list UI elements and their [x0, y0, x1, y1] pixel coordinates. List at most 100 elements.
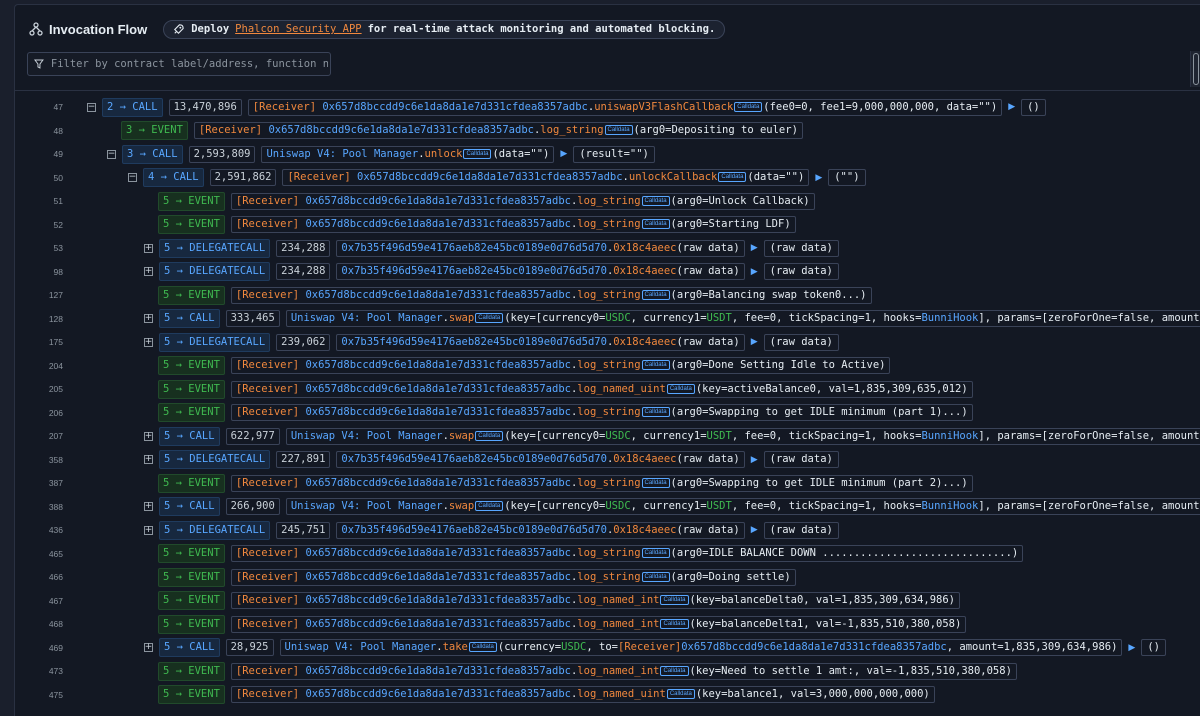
play-triangle-icon[interactable]: ▶ — [751, 525, 758, 535]
function-name[interactable]: uniswapV3FlashCallback — [594, 101, 733, 113]
function-name[interactable]: swap — [449, 500, 474, 512]
filter-input[interactable] — [48, 57, 330, 71]
calldata-icon[interactable]: Calldata — [660, 595, 689, 605]
call-detail[interactable]: [Receiver] 0x657d8bccdd9c6e1da8da1e7d331… — [193, 122, 803, 139]
function-name[interactable]: take — [443, 641, 468, 653]
function-name[interactable]: log_string — [540, 124, 603, 136]
function-name[interactable]: log_string — [577, 571, 640, 583]
function-name[interactable]: unlock — [425, 148, 463, 160]
contract-label[interactable]: Uniswap V4: Pool Manager — [291, 500, 443, 512]
contract-label[interactable]: 0x657d8bccdd9c6e1da8da1e7d331cfdea8357ad… — [305, 477, 571, 489]
function-name[interactable]: log_string — [577, 289, 640, 301]
function-name[interactable]: log_string — [577, 547, 640, 559]
call-detail[interactable]: [Receiver] 0x657d8bccdd9c6e1da8da1e7d331… — [230, 380, 973, 398]
contract-label[interactable]: 0x657d8bccdd9c6e1da8da1e7d331cfdea8357ad… — [305, 289, 571, 301]
contract-label[interactable]: 0x657d8bccdd9c6e1da8da1e7d331cfdea8357ad… — [305, 688, 571, 700]
call-detail[interactable]: [Receiver] 0x657d8bccdd9c6e1da8da1e7d331… — [230, 686, 935, 703]
call-detail[interactable]: [Receiver] 0x657d8bccdd9c6e1da8da1e7d331… — [282, 169, 810, 186]
contract-label[interactable]: 0x7b35f496d59e4176aeb82e45bc0189e0d76d5d… — [341, 265, 607, 277]
calldata-icon[interactable]: Calldata — [641, 407, 670, 417]
calldata-icon[interactable]: Calldata — [641, 477, 670, 488]
contract-label[interactable]: Uniswap V4: Pool Manager — [266, 148, 418, 160]
function-name[interactable]: 0x18c4aeec — [613, 453, 676, 465]
call-detail[interactable]: 0x7b35f496d59e4176aeb82e45bc0189e0d76d5d… — [336, 451, 745, 468]
calldata-icon[interactable]: Calldata — [666, 383, 695, 394]
function-name[interactable]: 0x18c4aeec — [613, 336, 676, 348]
calldata-icon[interactable]: Calldata — [641, 195, 670, 206]
function-name[interactable]: log_named_int — [577, 665, 659, 677]
function-name[interactable]: log_string — [577, 218, 640, 230]
play-triangle-icon[interactable]: ▶ — [560, 149, 567, 159]
plus-icon[interactable]: + — [144, 314, 153, 323]
contract-label[interactable]: 0x657d8bccdd9c6e1da8da1e7d331cfdea8357ad… — [305, 383, 571, 395]
call-detail[interactable]: [Receiver] 0x657d8bccdd9c6e1da8da1e7d331… — [230, 662, 1017, 680]
calldata-icon[interactable]: Calldata — [641, 289, 670, 300]
call-detail[interactable]: [Receiver] 0x657d8bccdd9c6e1da8da1e7d331… — [230, 568, 796, 586]
call-detail[interactable]: [Receiver] 0x657d8bccdd9c6e1da8da1e7d331… — [230, 615, 967, 633]
plus-icon[interactable]: + — [144, 431, 153, 441]
call-detail[interactable]: [Receiver] 0x657d8bccdd9c6e1da8da1e7d331… — [230, 357, 891, 374]
contract-label[interactable]: 0x657d8bccdd9c6e1da8da1e7d331cfdea8357ad… — [305, 547, 571, 559]
plus-icon[interactable]: + — [144, 525, 153, 535]
call-detail[interactable]: [Receiver] 0x657d8bccdd9c6e1da8da1e7d331… — [230, 592, 961, 609]
call-detail[interactable]: [Receiver] 0x657d8bccdd9c6e1da8da1e7d331… — [230, 192, 815, 210]
function-name[interactable]: 0x18c4aeec — [613, 524, 676, 536]
call-detail[interactable]: 0x7b35f496d59e4176aeb82e45bc0189e0d76d5d… — [336, 333, 745, 351]
calldata-icon[interactable]: Calldata — [666, 689, 695, 699]
play-triangle-icon[interactable]: ▶ — [751, 337, 758, 347]
calldata-icon[interactable]: Calldata — [660, 618, 689, 629]
contract-label[interactable]: 0x7b35f496d59e4176aeb82e45bc0189e0d76d5d… — [341, 336, 607, 348]
calldata-icon[interactable]: Calldata — [641, 360, 670, 370]
calldata-icon[interactable]: Calldata — [468, 642, 497, 652]
call-detail[interactable]: Uniswap V4: Pool Manager.swap Calldata (ke… — [285, 427, 1200, 445]
function-name[interactable]: log_named_int — [577, 618, 659, 630]
promo-banner[interactable]: Deploy Phalcon Security APP for real-tim… — [163, 19, 726, 39]
minus-icon[interactable]: − — [128, 173, 137, 182]
call-detail[interactable]: [Receiver] 0x657d8bccdd9c6e1da8da1e7d331… — [247, 98, 1003, 116]
calldata-icon[interactable]: Calldata — [463, 148, 492, 159]
scrollbar-thumb[interactable] — [1193, 53, 1199, 85]
function-name[interactable]: log_named_uint — [577, 688, 666, 700]
phalcon-app-link[interactable]: Phalcon Security APP — [235, 23, 361, 35]
contract-label[interactable]: Uniswap V4: Pool Manager — [291, 430, 443, 442]
plus-icon[interactable]: + — [144, 502, 153, 511]
call-detail[interactable]: 0x7b35f496d59e4176aeb82e45bc0189e0d76d5d… — [336, 239, 745, 257]
function-name[interactable]: swap — [449, 430, 474, 442]
contract-label[interactable]: 0x657d8bccdd9c6e1da8da1e7d331cfdea8357ad… — [305, 218, 571, 230]
calldata-icon[interactable]: Calldata — [641, 219, 670, 229]
filter-box[interactable] — [27, 52, 331, 76]
function-name[interactable]: log_string — [577, 359, 640, 371]
contract-label[interactable]: 0x657d8bccdd9c6e1da8da1e7d331cfdea8357ad… — [322, 101, 588, 113]
contract-label[interactable]: 0x657d8bccdd9c6e1da8da1e7d331cfdea8357ad… — [357, 171, 623, 183]
call-detail[interactable]: Uniswap V4: Pool Manager.swap Calldata (ke… — [285, 498, 1200, 515]
function-name[interactable]: 0x18c4aeec — [613, 242, 676, 254]
contract-label[interactable]: Uniswap V4: Pool Manager — [291, 312, 443, 324]
plus-icon[interactable]: + — [144, 267, 153, 276]
plus-icon[interactable]: + — [144, 643, 153, 652]
horizontal-scrollbar[interactable] — [1190, 51, 1200, 87]
call-detail[interactable]: Uniswap V4: Pool Manager.take Calldata (cu… — [279, 639, 1123, 656]
call-detail[interactable]: 0x7b35f496d59e4176aeb82e45bc0189e0d76d5d… — [336, 521, 745, 539]
contract-label[interactable]: 0x7b35f496d59e4176aeb82e45bc0189e0d76d5d… — [341, 524, 607, 536]
play-triangle-icon[interactable]: ▶ — [751, 267, 758, 277]
call-detail[interactable]: [Receiver] 0x657d8bccdd9c6e1da8da1e7d331… — [230, 545, 1024, 562]
call-detail[interactable]: 0x7b35f496d59e4176aeb82e45bc0189e0d76d5d… — [336, 263, 745, 280]
contract-label[interactable]: 0x7b35f496d59e4176aeb82e45bc0189e0d76d5d… — [341, 242, 607, 254]
call-detail[interactable]: [Receiver] 0x657d8bccdd9c6e1da8da1e7d331… — [230, 216, 796, 233]
contract-label[interactable]: 0x657d8bccdd9c6e1da8da1e7d331cfdea8357ad… — [305, 618, 571, 630]
function-name[interactable]: log_named_int — [577, 594, 659, 606]
play-triangle-icon[interactable]: ▶ — [1128, 643, 1135, 653]
function-name[interactable]: unlockCallback — [629, 171, 718, 183]
call-detail[interactable]: Uniswap V4: Pool Manager.swap Calldata (ke… — [285, 310, 1200, 327]
function-name[interactable]: swap — [449, 312, 474, 324]
contract-label[interactable]: 0x657d8bccdd9c6e1da8da1e7d331cfdea8357ad… — [305, 195, 571, 207]
function-name[interactable]: log_named_uint — [577, 383, 666, 395]
calldata-icon[interactable]: Calldata — [604, 125, 633, 135]
plus-icon[interactable]: + — [144, 337, 153, 347]
contract-label[interactable]: 0x657d8bccdd9c6e1da8da1e7d331cfdea8357ad… — [305, 594, 571, 606]
plus-icon[interactable]: + — [144, 243, 153, 253]
contract-label[interactable]: 0x657d8bccdd9c6e1da8da1e7d331cfdea8357ad… — [305, 406, 571, 418]
call-detail[interactable]: [Receiver] 0x657d8bccdd9c6e1da8da1e7d331… — [230, 474, 973, 492]
minus-icon[interactable]: − — [107, 149, 116, 159]
contract-label[interactable]: 0x7b35f496d59e4176aeb82e45bc0189e0d76d5d… — [341, 453, 607, 465]
